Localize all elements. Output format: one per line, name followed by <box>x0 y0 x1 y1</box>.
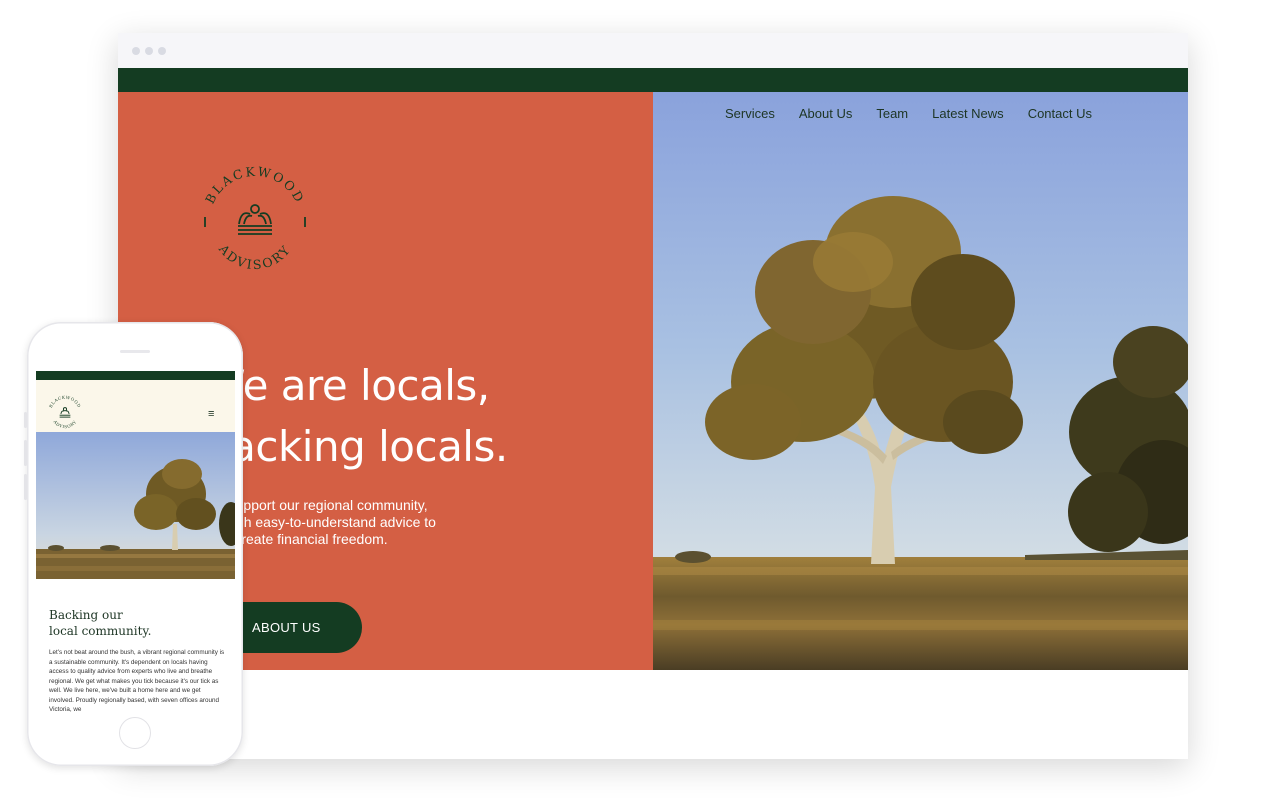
mobile-hero-image <box>36 432 235 579</box>
headline-line-1: We are locals, <box>204 361 490 410</box>
gum-tree-photo <box>653 92 1188 670</box>
phone-side-button <box>24 440 27 466</box>
nav-services[interactable]: Services <box>725 106 775 121</box>
site-top-bar <box>118 68 1188 92</box>
phone-speaker <box>120 350 150 353</box>
below-fold <box>118 670 1188 759</box>
mobile-heading-line-2: local community. <box>49 624 152 638</box>
phone-side-button <box>24 474 27 500</box>
window-dot-icon <box>132 47 140 55</box>
nav-about-us[interactable]: About Us <box>799 106 852 121</box>
window-dot-icon <box>145 47 153 55</box>
nav-latest-news[interactable]: Latest News <box>932 106 1004 121</box>
mobile-brand-logo[interactable]: BLACKWOOD ADVISORY <box>47 395 83 431</box>
mobile-heading: Backing our local community. <box>49 607 151 639</box>
nav-contact-us[interactable]: Contact Us <box>1028 106 1092 121</box>
mobile-phone-mockup: BLACKWOOD ADVISORY ≡ Backing our local c… <box>24 322 243 766</box>
mobile-heading-line-1: Backing our <box>49 608 123 622</box>
brand-logo[interactable]: BLACKWOOD ADVISORY <box>198 164 312 278</box>
mobile-sun-fields-icon <box>59 407 71 418</box>
mobile-logo-name-top: BLACKWOOD <box>48 395 82 409</box>
mobile-tree-photo <box>36 432 235 579</box>
mobile-logo-name-bottom: ADVISORY <box>52 418 78 429</box>
hero-subcopy: We support our regional community, throu… <box>204 497 436 547</box>
sun-fields-icon <box>238 204 272 235</box>
main-nav: Services About Us Team Latest News Conta… <box>725 106 1092 121</box>
logo-name-bottom: ADVISORY <box>215 241 294 273</box>
browser-chrome <box>118 33 1188 68</box>
mobile-screen: BLACKWOOD ADVISORY ≡ Backing our local c… <box>36 371 235 716</box>
desktop-browser-mockup: BLACKWOOD ADVISORY We are locals, backing… <box>118 33 1188 759</box>
phone-home-button <box>119 717 151 749</box>
nav-team[interactable]: Team <box>876 106 908 121</box>
logo-name-top: BLACKWOOD <box>202 164 308 206</box>
svg-text:ADVISORY: ADVISORY <box>52 418 78 429</box>
mobile-body-text: Let's not beat around the bush, a vibran… <box>49 649 225 713</box>
hamburger-icon[interactable]: ≡ <box>208 409 214 420</box>
svg-text:ADVISORY: ADVISORY <box>215 241 294 273</box>
window-dot-icon <box>158 47 166 55</box>
svg-text:BLACKWOOD: BLACKWOOD <box>202 164 308 206</box>
hero-headline: We are locals, backing locals. <box>204 355 508 477</box>
phone-side-button <box>24 412 27 428</box>
mobile-top-bar <box>36 371 235 380</box>
hero-image: Services About Us Team Latest News Conta… <box>653 92 1188 670</box>
headline-line-2: backing locals. <box>204 422 508 471</box>
svg-text:BLACKWOOD: BLACKWOOD <box>48 395 82 409</box>
mobile-header: BLACKWOOD ADVISORY ≡ <box>36 380 235 432</box>
